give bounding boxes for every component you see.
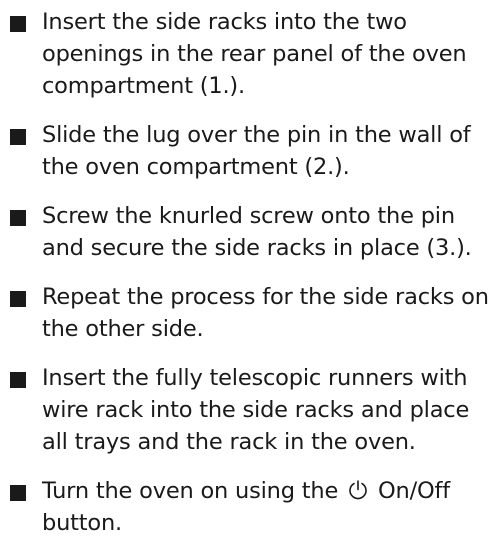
list-item: Screw the knurled screw onto the pin and…: [10, 200, 490, 264]
step-text: Screw the knurled screw onto the pin and…: [42, 203, 472, 261]
bullet-square-icon: [10, 291, 26, 307]
bullet-square-icon: [10, 129, 26, 145]
bullet-square-icon: [10, 16, 26, 32]
step-text-before-icon: Turn the oven on using the: [42, 478, 339, 504]
list-item: Slide the lug over the pin in the wall o…: [10, 119, 490, 183]
step-text: Insert the side racks into the two openi…: [42, 9, 467, 99]
step-text: Turn the oven on using the On/Off button…: [42, 475, 490, 539]
list-item: Insert the fully telescopic runners with…: [10, 362, 490, 458]
instruction-list: Insert the side racks into the two openi…: [0, 0, 498, 539]
step-text: Slide the lug over the pin in the wall o…: [42, 122, 471, 180]
bullet-square-icon: [10, 485, 26, 501]
step-text: Repeat the process for the side racks on…: [42, 284, 489, 342]
list-item: Repeat the process for the side racks on…: [10, 281, 490, 345]
list-item: Insert the side racks into the two openi…: [10, 6, 490, 102]
bullet-square-icon: [10, 372, 26, 388]
power-icon: [347, 479, 369, 501]
list-item: Turn the oven on using the On/Off button…: [10, 475, 490, 539]
step-text: Insert the fully telescopic runners with…: [42, 365, 470, 455]
bullet-square-icon: [10, 210, 26, 226]
